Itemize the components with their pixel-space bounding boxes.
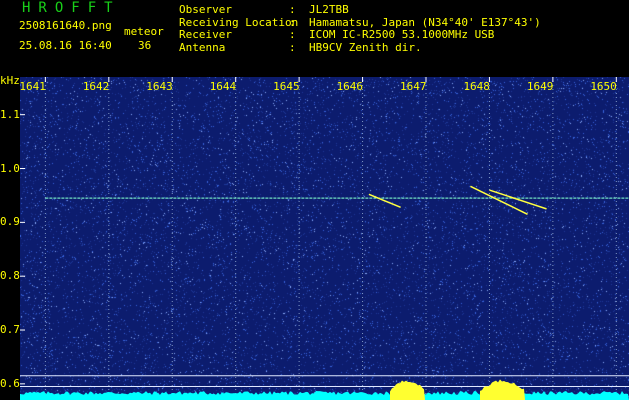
info-row-receiver: Receiver: ICOM IC-R2500 53.1000MHz USB — [179, 28, 495, 41]
meteor-echo — [368, 193, 401, 208]
x-tick-label: 1644 — [209, 80, 237, 93]
station-info: Observer: JL2TBB Receiving Location: Ham… — [179, 3, 541, 54]
x-tick-label: 1649 — [526, 80, 554, 93]
x-tick-label: 1643 — [146, 80, 173, 93]
y-tick-label: 1.1 — [0, 107, 20, 121]
app-logo: HROFFT — [22, 0, 121, 16]
x-tick-label: 1647 — [400, 80, 427, 93]
y-tick-label: 1.0 — [0, 161, 20, 175]
y-tick-label: 0.7 — [0, 323, 20, 337]
x-tick-label: 1646 — [336, 80, 364, 93]
info-row-observer: Observer: JL2TBB — [179, 3, 349, 16]
count-type-label: meteor — [124, 25, 164, 38]
meteor-count: 36 — [138, 39, 152, 52]
spectrum-peak — [390, 380, 425, 400]
y-tick-label: 0.9 — [0, 215, 20, 229]
x-tick-label: 1648 — [463, 80, 490, 93]
y-tick-label: 0.6 — [0, 376, 20, 390]
y-tick-label: 0.8 — [0, 269, 20, 283]
y-axis-unit: kHz — [0, 74, 20, 87]
capture-datetime: 25.08.16 16:40 — [19, 39, 112, 52]
x-tick-label: 1645 — [273, 80, 300, 93]
spectrogram-overlay — [20, 77, 629, 400]
header: HROFFT 2508161640.png 25.08.16 16:40 met… — [0, 0, 629, 74]
info-label: Receiver — [179, 28, 232, 41]
spectrum-profile — [20, 391, 629, 400]
x-tick-label: 1650 — [590, 80, 617, 93]
info-label: Antenna — [179, 40, 226, 54]
info-label: Observer — [179, 3, 232, 16]
x-tick-label: 1641 — [19, 80, 46, 93]
x-tick-label: 1642 — [82, 80, 110, 93]
file-name: 2508161640.png — [19, 19, 112, 32]
spectrum-peak — [480, 379, 525, 400]
info-value: ICOM IC-R2500 53.1000MHz USB — [309, 28, 495, 41]
info-value: HB9CV Zenith dir. — [309, 40, 422, 54]
info-value: JL2TBB — [309, 3, 349, 16]
info-row-antenna: Antenna: HB9CV Zenith dir. — [179, 40, 422, 54]
